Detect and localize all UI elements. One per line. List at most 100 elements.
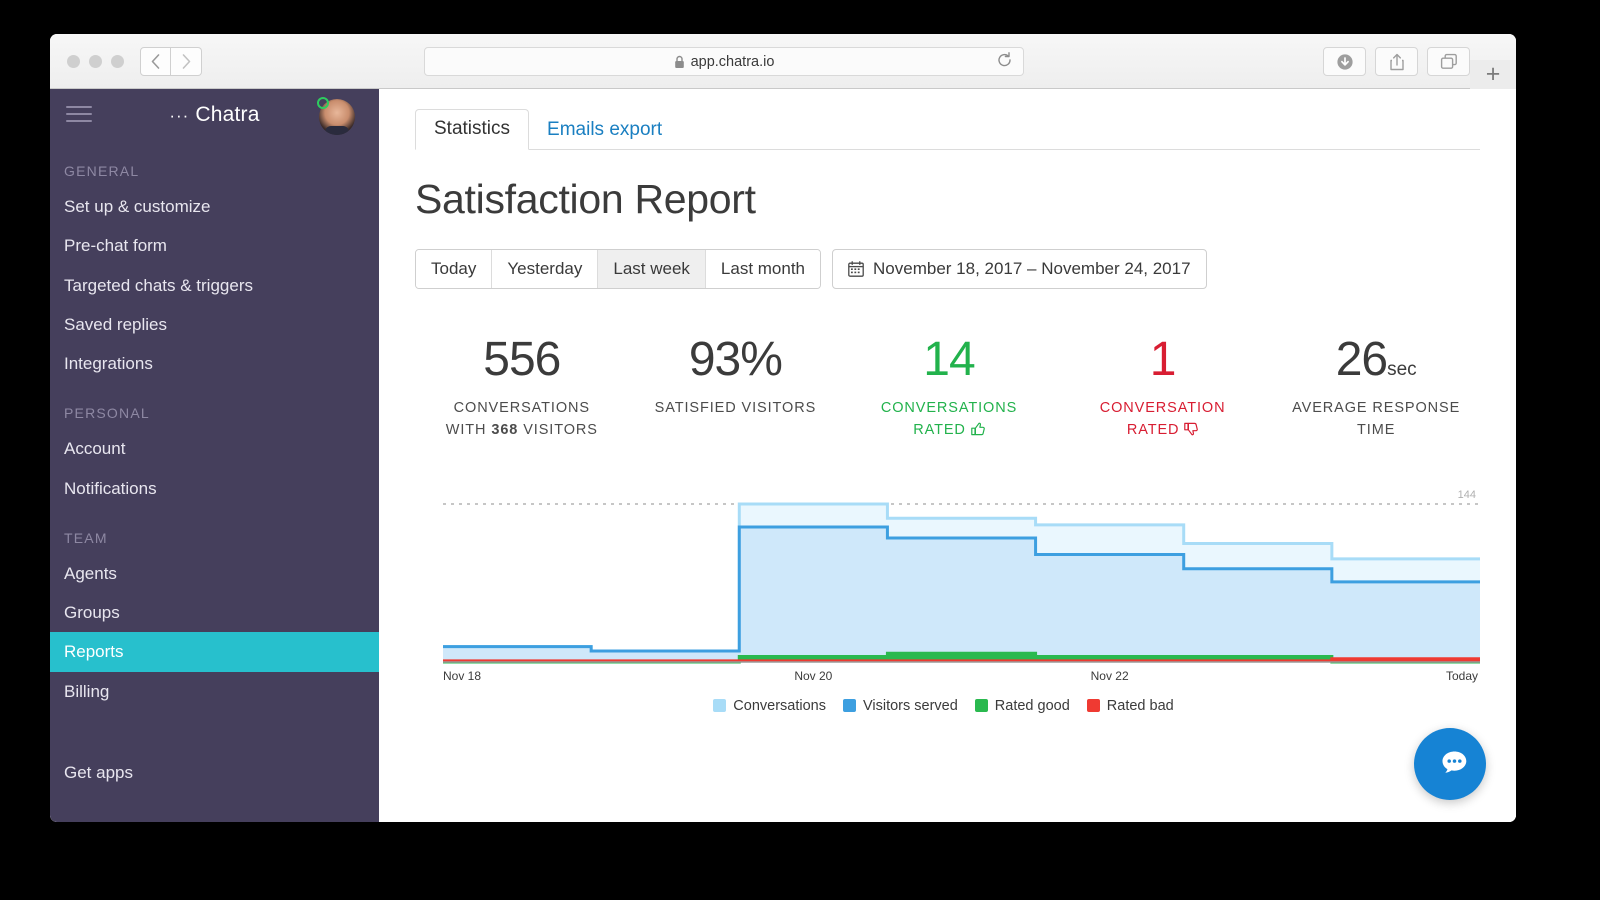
svg-text:Today: Today: [1446, 669, 1478, 683]
kpi-rated-bad: 1 CONVERSATION RATED: [1056, 335, 1270, 442]
desktop-background: app.chatra.io: [0, 0, 1600, 900]
kpi-satisfied-visitors: 93% SATISFIED VISITORS: [629, 335, 843, 442]
kpi-art-number: 26: [1336, 333, 1387, 386]
date-range-text: November 18, 2017 – November 24, 2017: [873, 258, 1191, 280]
address-bar[interactable]: app.chatra.io: [424, 47, 1024, 76]
sidebar: ··· Chatra GENERAL Set up & customize Pr…: [50, 89, 379, 822]
kpi-label-pre: WITH: [446, 422, 492, 438]
sidebar-item-saved-replies[interactable]: Saved replies: [50, 305, 379, 344]
kpi-rated-bad-label-line1: CONVERSATION: [1056, 398, 1270, 420]
thumbs-down-icon: [1184, 422, 1198, 436]
statistics-chart: 144Nov 18Nov 20Nov 22Today Conversations…: [415, 488, 1480, 714]
kpi-conversations-value: 556: [415, 335, 629, 385]
close-window-button[interactable]: [67, 55, 80, 68]
browser-chrome: app.chatra.io: [50, 34, 1516, 89]
kpi-rated-good-label: CONVERSATIONS RATED: [842, 398, 1056, 442]
kpi-rated-bad-value: 1: [1056, 335, 1270, 385]
kpi-rated-good-value: 14: [842, 335, 1056, 385]
kpi-label-post: VISITORS: [518, 422, 598, 438]
online-status-indicator: [317, 97, 329, 109]
tab-emails-export[interactable]: Emails export: [529, 111, 680, 150]
svg-text:Nov 22: Nov 22: [1091, 669, 1129, 683]
kpi-visitors-count: 368: [491, 422, 518, 438]
sidebar-item-agents[interactable]: Agents: [50, 554, 379, 593]
sidebar-item-targeted-chats-triggers[interactable]: Targeted chats & triggers: [50, 266, 379, 305]
kpi-satisfied-visitors-label: SATISFIED VISITORS: [629, 398, 843, 420]
kpi-row: 556 CONVERSATIONS WITH 368 VISITORS 93% …: [415, 335, 1483, 442]
legend-item-conversations[interactable]: Conversations: [713, 698, 826, 714]
range-button-last-week[interactable]: Last week: [598, 250, 706, 288]
kpi-conversations-label: CONVERSATIONS WITH 368 VISITORS: [415, 398, 629, 442]
kpi-conversations: 556 CONVERSATIONS WITH 368 VISITORS: [415, 335, 629, 442]
download-icon: [1336, 53, 1354, 71]
chevron-left-icon: [151, 54, 160, 69]
legend-label-conversations: Conversations: [733, 698, 826, 714]
tab-bar: Statistics Emails export: [415, 111, 1480, 150]
share-icon: [1389, 53, 1405, 71]
brand-dots: ···: [169, 106, 189, 125]
legend-item-visitors-served[interactable]: Visitors served: [843, 698, 958, 714]
kpi-art-unit: sec: [1387, 359, 1417, 380]
app-body: ··· Chatra GENERAL Set up & customize Pr…: [50, 89, 1516, 822]
page-title: Satisfaction Report: [415, 176, 1516, 223]
kpi-rated-bad-label-line2: RATED: [1056, 420, 1270, 442]
new-tab-button[interactable]: +: [1470, 60, 1516, 89]
sidebar-section-general: GENERAL: [50, 163, 379, 179]
navigation-buttons[interactable]: [140, 47, 202, 76]
sidebar-item-get-apps[interactable]: Get apps: [50, 753, 379, 792]
minimize-window-button[interactable]: [89, 55, 102, 68]
date-filter-row: Today Yesterday Last week Last month: [415, 249, 1516, 289]
date-range-button-group: Today Yesterday Last week Last month: [415, 249, 821, 289]
reload-icon: [996, 51, 1013, 68]
chat-widget-button[interactable]: [1414, 728, 1486, 800]
sidebar-item-billing[interactable]: Billing: [50, 672, 379, 711]
kpi-rated-good-label-line2: RATED: [842, 420, 1056, 442]
share-button[interactable]: [1375, 47, 1418, 76]
kpi-rated-good-label-pre: RATED: [913, 422, 971, 438]
reload-button[interactable]: [996, 51, 1013, 72]
sidebar-item-set-up-customize[interactable]: Set up & customize: [50, 187, 379, 226]
legend-label-visitors-served: Visitors served: [863, 698, 958, 714]
kpi-satisfied-visitors-value: 93%: [629, 335, 843, 385]
thumbs-up-icon: [971, 422, 985, 436]
chart-legend: Conversations Visitors served Rated good: [407, 698, 1480, 714]
legend-item-rated-good[interactable]: Rated good: [975, 698, 1070, 714]
kpi-average-response-time-value: 26sec: [1269, 335, 1483, 385]
downloads-button[interactable]: [1323, 47, 1366, 76]
kpi-art-label-line2: TIME: [1269, 420, 1483, 442]
sidebar-item-pre-chat-form[interactable]: Pre-chat form: [50, 226, 379, 265]
tabs-overview-button[interactable]: [1427, 47, 1470, 76]
lock-icon: [674, 55, 685, 69]
sidebar-item-groups[interactable]: Groups: [50, 593, 379, 632]
avatar[interactable]: [319, 99, 355, 135]
chat-bubble-icon: [1431, 747, 1469, 781]
sidebar-section-personal: PERSONAL: [50, 405, 379, 421]
range-button-yesterday[interactable]: Yesterday: [492, 250, 598, 288]
chart-canvas: 144Nov 18Nov 20Nov 22Today: [415, 488, 1480, 688]
forward-button[interactable]: [171, 47, 202, 76]
sidebar-item-account[interactable]: Account: [50, 429, 379, 468]
url-text: app.chatra.io: [691, 54, 775, 70]
browser-window: app.chatra.io: [50, 34, 1516, 822]
kpi-rated-bad-label: CONVERSATION RATED: [1056, 398, 1270, 442]
back-button[interactable]: [140, 47, 171, 76]
date-range-picker[interactable]: November 18, 2017 – November 24, 2017: [832, 249, 1207, 289]
sidebar-spacer: [50, 711, 379, 725]
kpi-conversations-label-line1: CONVERSATIONS: [415, 398, 629, 420]
sidebar-item-reports[interactable]: Reports: [50, 632, 379, 671]
legend-label-rated-bad: Rated bad: [1107, 698, 1174, 714]
kpi-rated-good: 14 CONVERSATIONS RATED: [842, 335, 1056, 442]
range-button-today[interactable]: Today: [416, 250, 492, 288]
kpi-average-response-time-label: AVERAGE RESPONSE TIME: [1269, 398, 1483, 442]
maximize-window-button[interactable]: [111, 55, 124, 68]
legend-swatch-rated-good: [975, 699, 988, 712]
svg-text:Nov 20: Nov 20: [794, 669, 832, 683]
browser-toolbar-right[interactable]: [1323, 47, 1470, 76]
sidebar-item-notifications[interactable]: Notifications: [50, 469, 379, 508]
tab-statistics[interactable]: Statistics: [415, 109, 529, 150]
sidebar-item-integrations[interactable]: Integrations: [50, 344, 379, 383]
calendar-icon: [848, 261, 864, 277]
legend-item-rated-bad[interactable]: Rated bad: [1087, 698, 1174, 714]
window-controls[interactable]: [67, 55, 124, 68]
range-button-last-month[interactable]: Last month: [706, 250, 820, 288]
